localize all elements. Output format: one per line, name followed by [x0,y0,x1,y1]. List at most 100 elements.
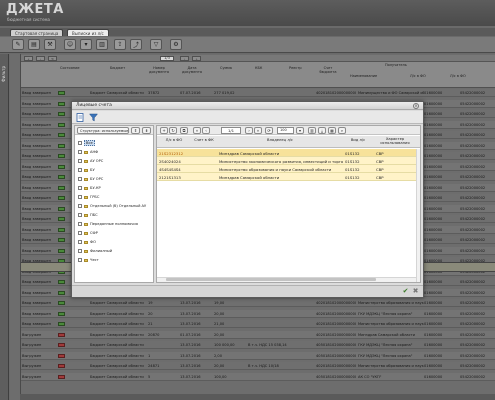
checkbox-icon[interactable] [78,258,82,262]
checkbox-icon[interactable] [78,141,82,145]
search-icon[interactable]: ⌕ [338,127,346,134]
new-document-icon[interactable]: ▤ [28,39,40,50]
next-page-button[interactable]: › [245,127,253,134]
table-row[interactable]: Ввод завершен Бюджет Самарской области 378… [20,89,495,97]
grid-next-page-button[interactable]: › [180,56,189,61]
cancel-x-icon[interactable]: ✖ [411,287,420,295]
org-item[interactable]: ФО [78,238,96,246]
org-item[interactable]: Отдельный (б) Отдельный АУ [78,202,146,210]
col-header-ls-fo[interactable]: Л/с в ФО [158,138,190,142]
tools-icon[interactable]: ⚒ [44,39,56,50]
checkbox-icon[interactable] [78,204,82,208]
org-item[interactable]: Переданные полномочия [78,220,138,228]
grid-first-page-button[interactable]: « [24,56,33,61]
dialog-close-icon[interactable]: × [413,103,419,109]
grid-prev-page-button[interactable]: ‹ [36,56,45,61]
col-header-state[interactable]: Состояние [60,66,80,70]
org-item[interactable]: БУ ОРС [78,175,103,183]
account-row[interactable]: 2S4024024 Министерство экономического ра… [157,157,420,165]
account-row[interactable]: 21S2312312 Минздрав Самарской области 01… [157,149,420,157]
checkbox-icon[interactable] [78,213,82,217]
org-item[interactable]: Чест [78,256,99,264]
checkbox-icon[interactable] [78,195,82,199]
settings-icon[interactable]: ⚙ [170,39,182,50]
org-item[interactable]: СФР [78,229,98,237]
table-row[interactable]: Выгружен Бюджет Самарской области 24871 13.… [20,362,495,370]
col-header-fk-account[interactable]: Счет в ФК [191,138,217,142]
filter-strip[interactable] [0,54,9,400]
checkbox-icon[interactable] [78,159,82,163]
checkbox-icon[interactable] [78,231,82,235]
grid-horizontal-scrollbar[interactable] [20,394,495,400]
org-item[interactable]: БУ-КР [78,184,101,192]
confirm-check-icon[interactable]: ✔ [401,287,410,295]
col-header-ls-fo-2[interactable]: Л/с в ФО [450,74,466,78]
filter-funnel-icon[interactable] [88,112,99,122]
account-row[interactable]: 4S4S4S4S4 Министерство образования и нау… [157,165,420,173]
table-row[interactable]: Ввод завершен Бюджет Самарской области 20 1… [20,309,495,318]
grid-last-page-button[interactable]: » [192,56,201,61]
refresh-icon[interactable]: ↻ [169,127,177,134]
col-header-doc-number[interactable]: Номер документа [148,66,170,74]
rows-per-page-select[interactable]: 100 [277,127,294,134]
user-icon[interactable]: ☺ [64,39,76,50]
filter-icon[interactable]: ▽ [150,39,162,50]
dropdown-icon[interactable]: ▾ [80,39,92,50]
tab-account-statements[interactable]: Выписки из л/с [67,29,109,36]
account-row[interactable]: 2121S1313 Минздрав Самарской области 01S… [157,173,420,181]
org-item[interactable]: ГРБС [78,193,99,201]
org-item[interactable]: Филиалный [78,247,112,255]
checkbox-icon[interactable] [78,222,82,226]
col-header-registry[interactable]: Реестр [289,66,302,70]
first-page-button[interactable]: « [193,127,201,134]
last-page-button[interactable]: » [254,127,262,134]
table-row[interactable]: Выгружен Бюджет Самарской области 5 13.07.2… [20,372,495,381]
grid-page-input[interactable]: 1/3 [160,56,174,61]
table-row[interactable]: Выгружен Бюджет Самарской области 20870 01.… [20,330,495,339]
col-header-usage[interactable]: Характер использования [374,137,416,146]
col-header-budget[interactable]: Бюджет [110,66,125,70]
table-row[interactable]: Ввод завершен Бюджет Самарской области 19 1… [20,299,495,307]
checkbox-icon[interactable] [78,249,82,253]
copy-icon[interactable]: ⧉ [180,127,188,134]
columns-icon[interactable]: ▦ [328,127,336,134]
add-icon[interactable]: + [160,127,168,134]
col-header-ls-type[interactable]: Вид л/с [343,138,373,142]
grid-refresh-button[interactable]: ↻ [48,56,57,61]
table-row[interactable]: Ввод завершен Бюджет Самарской области 21 1… [20,320,495,328]
checkbox-icon[interactable] [78,150,82,154]
reload-icon[interactable]: ⟳ [265,127,273,134]
checkbox-icon[interactable] [78,186,82,190]
org-item[interactable]: АНФ [78,148,98,156]
tree-expand-button[interactable]: ⇟ [142,127,151,134]
col-header-budget-account[interactable]: Счет бюджета [318,66,338,74]
checkbox-icon[interactable] [78,168,82,172]
scrollbar-thumb[interactable] [166,278,376,281]
col-header-doc-date[interactable]: Дата документа [180,66,204,74]
table-row[interactable]: Выгружен Бюджет Самарской области 13.07.20… [20,341,495,349]
table-row[interactable]: Выгружен Бюджет Самарской области 1 13.07.2… [20,351,495,360]
edit-icon[interactable]: ✎ [12,39,24,50]
page-input[interactable]: 1/1 [221,127,241,134]
dialog-titlebar[interactable] [72,102,423,110]
organization-filter-select[interactable]: Структура: используемые [77,127,129,134]
org-item[interactable]: БУ [78,166,95,174]
col-header-payee-name[interactable]: Наименование [350,74,377,78]
tab-start-page[interactable]: Стартовая страница [10,29,64,36]
col-header-ls-fo[interactable]: Л/с в ФО [410,74,426,78]
upload-icon[interactable]: ⇪ [114,39,126,50]
print-icon[interactable]: ▥ [96,39,108,50]
accounts-vertical-scrollbar[interactable] [416,149,420,282]
org-item[interactable]: ПБС [78,211,98,219]
document-list-icon[interactable] [75,112,86,122]
checkbox-icon[interactable] [78,177,82,181]
col-header-kbk[interactable]: КБК [255,66,262,70]
checkbox-icon[interactable] [78,240,82,244]
tree-collapse-button[interactable]: ⇞ [131,127,140,134]
col-header-sum[interactable]: Сумма [220,66,232,70]
export-icon[interactable]: ⤴ [130,39,142,50]
prev-page-button[interactable]: ‹ [202,127,210,134]
rows-dropdown-icon[interactable]: ▾ [296,127,304,134]
col-header-owner[interactable]: Владелец л/с [218,138,342,142]
org-item[interactable]: АУ ОРС [78,157,103,165]
